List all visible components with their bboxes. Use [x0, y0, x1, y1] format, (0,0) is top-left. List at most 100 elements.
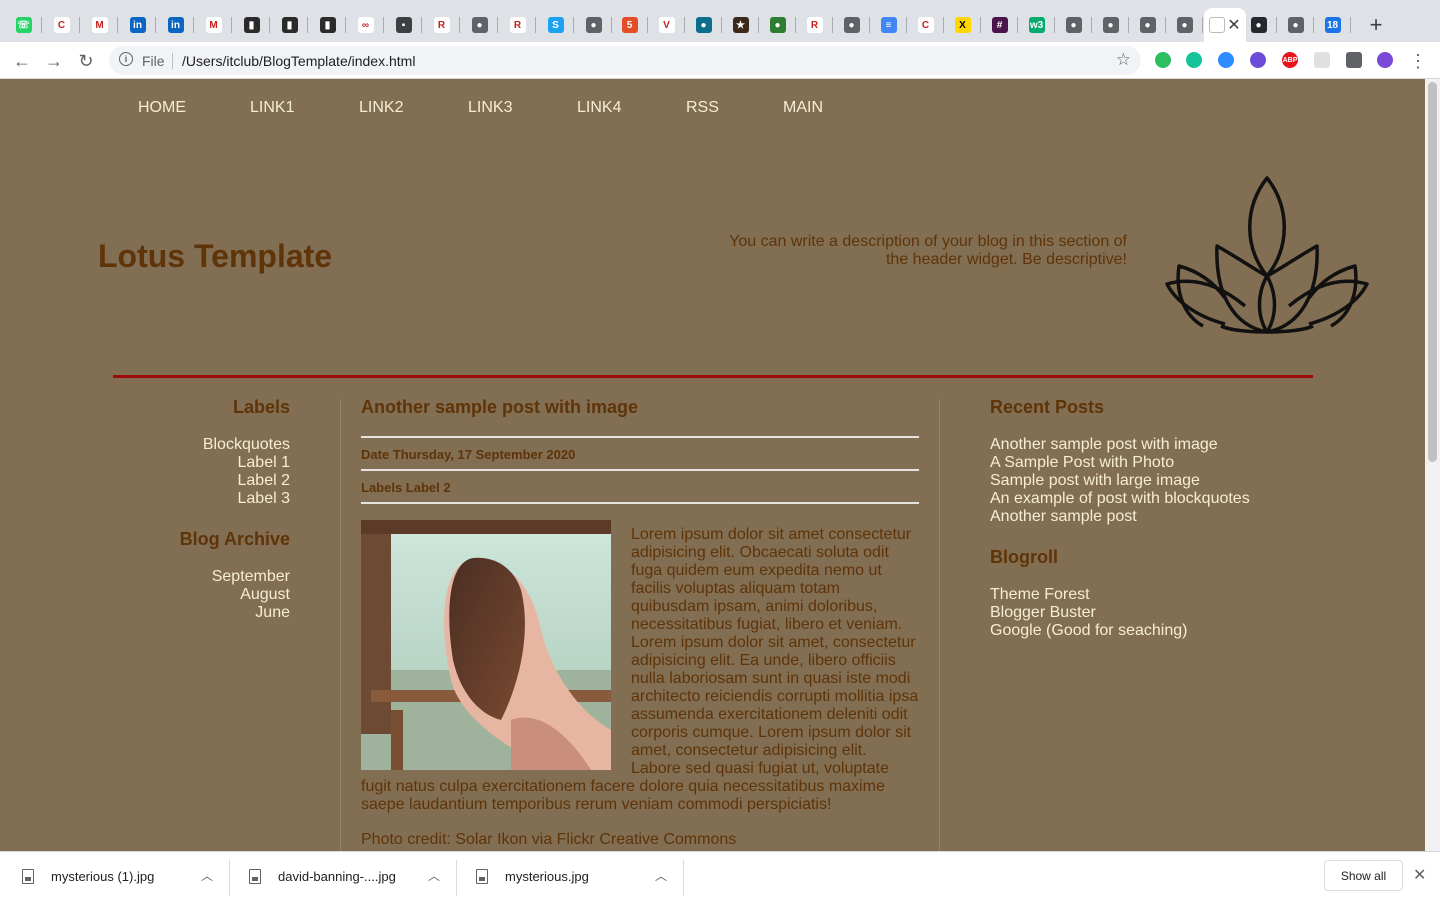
back-button[interactable]: ←	[11, 50, 33, 72]
blogroll-link[interactable]: Theme Forest	[990, 586, 1310, 604]
frame-icon[interactable]	[1314, 52, 1330, 68]
browser-tab[interactable]: M	[195, 8, 232, 42]
browser-tab[interactable]: C	[43, 8, 80, 42]
browser-tab[interactable]: ▮	[309, 8, 346, 42]
book-icon: ▮	[319, 17, 336, 33]
browser-tab[interactable]: ●	[759, 8, 796, 42]
browser-tab[interactable]: ●	[1129, 8, 1166, 42]
left-column-rule	[340, 399, 341, 851]
blog-title[interactable]: Lotus Template	[98, 238, 332, 275]
show-all-downloads-button[interactable]: Show all	[1324, 860, 1403, 891]
browser-tab[interactable]: ★	[722, 8, 759, 42]
reload-button[interactable]: ↻	[75, 50, 97, 72]
browser-tab[interactable]: R	[796, 8, 833, 42]
browser-tab[interactable]: ●	[1055, 8, 1092, 42]
menu-link-main[interactable]: MAIN	[783, 99, 823, 117]
blog-description: You can write a description of your blog…	[729, 233, 1127, 268]
archive-link[interactable]: August	[120, 586, 290, 604]
browser-tab[interactable]: ●	[575, 8, 612, 42]
r-icon: R	[806, 17, 823, 33]
canon-icon: C	[53, 17, 70, 33]
chevron-up-icon[interactable]: ︿	[655, 867, 667, 884]
recent-post-link[interactable]: A Sample Post with Photo	[990, 454, 1310, 472]
browser-tab[interactable]: ▮	[271, 8, 308, 42]
page-scrollbar[interactable]	[1425, 79, 1440, 851]
browser-tab[interactable]: R	[423, 8, 460, 42]
close-tab-icon[interactable]: ✕	[1227, 15, 1240, 35]
menu-link-link4[interactable]: LINK4	[577, 99, 621, 117]
browser-tab[interactable]: in	[157, 8, 194, 42]
browser-tab[interactable]: M	[81, 8, 118, 42]
label-link[interactable]: Label 2	[120, 472, 291, 490]
adblock-icon[interactable]: ABP	[1282, 52, 1298, 68]
new-tab-button[interactable]: +	[1364, 12, 1388, 37]
slack-icon: #	[991, 17, 1008, 33]
bookmark-star-icon[interactable]: ☆	[1116, 50, 1131, 70]
browser-tab[interactable]: ●	[1240, 8, 1277, 42]
download-item[interactable]: david-banning-....jpg	[249, 852, 396, 900]
check-icon[interactable]	[1250, 52, 1266, 68]
browser-tab[interactable]: ▪	[385, 8, 422, 42]
close-icon[interactable]: ✕	[1413, 865, 1426, 885]
archive-link[interactable]: June	[120, 604, 290, 622]
browser-tab[interactable]: V	[648, 8, 685, 42]
label-link[interactable]: Label 3	[120, 490, 291, 508]
book-icon: ▮	[243, 17, 260, 33]
arrow-left-icon: ←	[13, 50, 31, 71]
chevron-up-icon[interactable]: ︿	[201, 867, 213, 884]
browser-tab[interactable]: ●	[1166, 8, 1203, 42]
forward-button[interactable]: →	[43, 50, 65, 72]
browser-tab[interactable]: ●	[461, 8, 498, 42]
browser-tab[interactable]: in	[119, 8, 156, 42]
browser-tab[interactable]: ●	[1092, 8, 1129, 42]
recent-post-link[interactable]: An example of post with blockquotes	[990, 490, 1310, 508]
menu-link-home[interactable]: HOME	[138, 99, 186, 117]
menu-link-link3[interactable]: LINK3	[468, 99, 512, 117]
menu-link-link1[interactable]: LINK1	[250, 99, 294, 117]
blogroll-link[interactable]: Blogger Buster	[990, 604, 1310, 622]
browser-tab[interactable]: #	[981, 8, 1018, 42]
browser-tab[interactable]: ☏	[5, 8, 42, 42]
download-filename: mysterious.jpg	[505, 868, 589, 884]
label-link[interactable]: Blockquotes	[120, 436, 290, 454]
browser-menu-button[interactable]: ⋮	[1407, 50, 1429, 72]
download-item[interactable]: mysterious.jpg	[476, 852, 589, 900]
browser-tab[interactable]: X	[944, 8, 981, 42]
blogroll-link[interactable]: Google (Good for seaching)	[990, 622, 1310, 640]
archive-link[interactable]: September	[120, 568, 290, 586]
browser-tab[interactable]: C	[907, 8, 944, 42]
arrow-right-icon: →	[45, 50, 63, 71]
recent-post-link[interactable]: Sample post with large image	[990, 472, 1310, 490]
browser-tab[interactable]: w3	[1018, 8, 1055, 42]
browser-toolbar: ← → ↻ i File /Users/itclub/BlogTemplate/…	[0, 42, 1440, 79]
scrollbar-thumb[interactable]	[1428, 82, 1437, 462]
recent-post-link[interactable]: Another sample post with image	[990, 436, 1310, 454]
book-icon: ▮	[281, 17, 298, 33]
zoom-icon[interactable]	[1218, 52, 1234, 68]
browser-tab[interactable]: S	[537, 8, 574, 42]
menu-link-link2[interactable]: LINK2	[359, 99, 403, 117]
blog-page: HOME LINK1 LINK2 LINK3 LINK4 RSS MAIN Lotus Te…	[0, 79, 1425, 851]
browser-tab[interactable]: ●	[833, 8, 870, 42]
browser-tab[interactable]: ∞	[347, 8, 384, 42]
browser-tab[interactable]: ●	[685, 8, 722, 42]
download-item[interactable]: mysterious (1).jpg	[22, 852, 154, 900]
browser-tab[interactable]: 5	[611, 8, 648, 42]
browser-tab[interactable]: ▮	[233, 8, 270, 42]
browser-tab[interactable]: R	[499, 8, 536, 42]
info-icon[interactable]: i	[119, 52, 133, 66]
profile-avatar[interactable]	[1377, 52, 1393, 68]
post-title[interactable]: Another sample post with image	[361, 397, 919, 436]
puzzle-icon[interactable]	[1346, 52, 1362, 68]
browser-tab[interactable]: ●	[1277, 8, 1314, 42]
browser-tab[interactable]: ≡	[870, 8, 907, 42]
recent-post-link[interactable]: Another sample post	[990, 508, 1310, 526]
menu-link-rss[interactable]: RSS	[686, 99, 719, 117]
address-bar[interactable]: i File /Users/itclub/BlogTemplate/index.…	[109, 46, 1141, 75]
label-link[interactable]: Label 1	[120, 454, 291, 472]
browser-tab[interactable]: 18	[1314, 8, 1351, 42]
url-text[interactable]: /Users/itclub/BlogTemplate/index.html	[182, 53, 415, 69]
chevron-up-icon[interactable]: ︿	[428, 867, 440, 884]
evernote-icon[interactable]	[1155, 52, 1171, 68]
grammarly-icon[interactable]	[1186, 52, 1202, 68]
